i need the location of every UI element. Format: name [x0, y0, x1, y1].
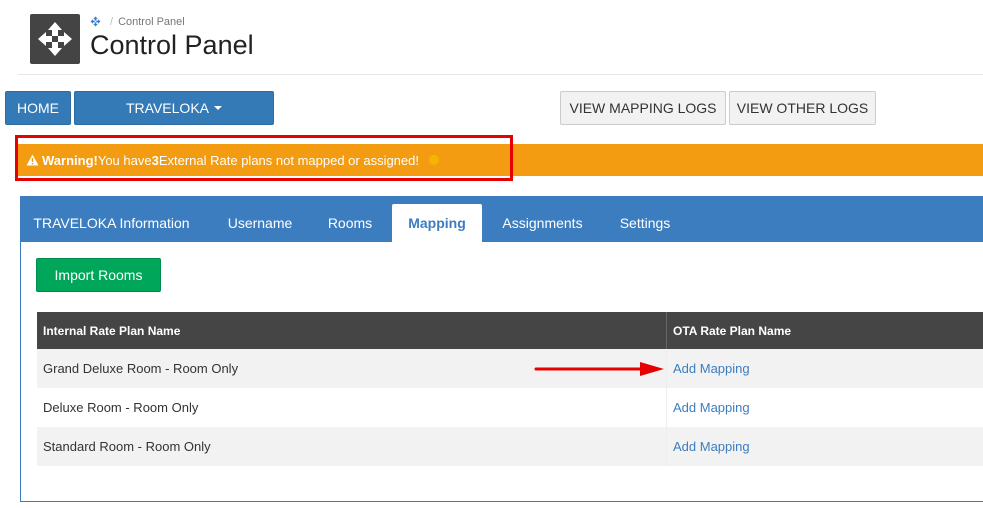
table-row: Standard Room - Room Only Add Mapping	[37, 427, 983, 466]
caret-down-icon	[214, 106, 222, 110]
tab-bar: TRAVELOKA Information Username Rooms Map…	[21, 197, 983, 242]
status-dot-icon	[429, 155, 439, 165]
warning-text-after: External Rate plans not mapped or assign…	[158, 152, 419, 168]
add-mapping-link[interactable]: Add Mapping	[673, 400, 750, 415]
header-divider	[18, 74, 983, 75]
home-button[interactable]: HOME	[5, 91, 71, 125]
header-internal-rate-plan: Internal Rate Plan Name	[43, 323, 181, 338]
tab-mapping[interactable]: Mapping	[392, 204, 482, 242]
annotation-arrow-icon	[534, 362, 664, 376]
ota-settings-panel: TRAVELOKA Information Username Rooms Map…	[20, 196, 983, 502]
warning-alert: Warning! You have 3 External Rate plans …	[18, 144, 983, 176]
view-other-logs-button[interactable]: VIEW OTHER LOGS	[729, 91, 876, 125]
tab-label: TRAVELOKA Information	[33, 215, 190, 231]
add-mapping-link[interactable]: Add Mapping	[673, 361, 750, 376]
home-button-label: HOME	[17, 100, 59, 116]
breadcrumb-separator: /	[110, 16, 114, 28]
tab-label: Username	[227, 215, 293, 231]
tab-label: Mapping	[408, 215, 466, 231]
breadcrumb-current: Control Panel	[118, 16, 185, 28]
internal-rate-plan-name: Standard Room - Room Only	[43, 439, 211, 454]
warning-triangle-icon	[26, 154, 39, 166]
ota-dropdown-label: TRAVELOKA	[126, 100, 209, 116]
tab-label: Assignments	[502, 215, 583, 231]
control-panel-logo	[30, 14, 80, 64]
import-rooms-button[interactable]: Import Rooms	[36, 258, 161, 292]
internal-rate-plan-name: Deluxe Room - Room Only	[43, 400, 199, 415]
add-mapping-link[interactable]: Add Mapping	[673, 439, 750, 454]
tab-settings[interactable]: Settings	[605, 204, 685, 242]
breadcrumb: / Control Panel	[90, 16, 185, 28]
tab-rooms[interactable]: Rooms	[317, 204, 383, 242]
table-row: Deluxe Room - Room Only Add Mapping	[37, 388, 983, 427]
page-title: Control Panel	[90, 30, 254, 60]
header-ota-rate-plan: OTA Rate Plan Name	[666, 312, 983, 349]
warning-text-before: You have	[97, 152, 152, 168]
tab-username[interactable]: Username	[213, 204, 307, 242]
tab-label: Settings	[619, 215, 671, 231]
move-arrows-icon[interactable]	[90, 16, 101, 27]
ota-dropdown-button[interactable]: TRAVELOKA	[74, 91, 274, 125]
tab-traveloka-information[interactable]: TRAVELOKA Information	[29, 204, 194, 242]
import-rooms-label: Import Rooms	[54, 267, 143, 283]
table-header: Internal Rate Plan Name OTA Rate Plan Na…	[37, 312, 983, 349]
table-row: Grand Deluxe Room - Room Only Add Mappin…	[37, 349, 983, 388]
warning-count: 3	[151, 152, 159, 168]
tab-assignments[interactable]: Assignments	[490, 204, 595, 242]
mapping-table: Internal Rate Plan Name OTA Rate Plan Na…	[37, 312, 983, 466]
tab-label: Rooms	[327, 215, 373, 231]
view-mapping-logs-label: VIEW MAPPING LOGS	[569, 100, 717, 116]
view-other-logs-label: VIEW OTHER LOGS	[736, 100, 869, 116]
move-arrows-icon	[38, 22, 72, 56]
warning-title: Warning!	[42, 152, 98, 168]
view-mapping-logs-button[interactable]: VIEW MAPPING LOGS	[560, 91, 726, 125]
